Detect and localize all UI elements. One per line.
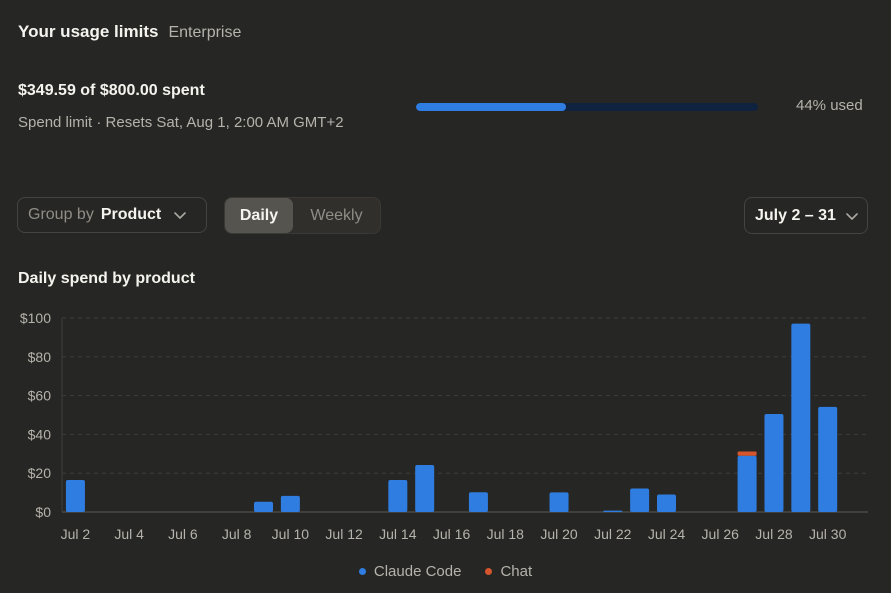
y-tick-label: $20 xyxy=(28,465,52,481)
chart-title: Daily spend by product xyxy=(18,270,195,287)
y-tick-label: $0 xyxy=(35,504,51,520)
bar-claude-code xyxy=(603,510,623,512)
bar-claude-code xyxy=(280,495,300,512)
y-tick-label: $100 xyxy=(20,310,51,326)
x-tick-label: Jul 4 xyxy=(114,526,144,542)
x-tick-label: Jul 24 xyxy=(648,526,686,542)
bar-claude-code xyxy=(791,323,811,512)
spent-summary: $349.59 of $800.00 spent xyxy=(18,82,205,99)
y-tick-label: $80 xyxy=(28,349,52,365)
x-tick-label: Jul 10 xyxy=(272,526,310,542)
legend-item-chat: Chat xyxy=(485,563,532,580)
x-tick-label: Jul 30 xyxy=(809,526,847,542)
x-tick-label: Jul 14 xyxy=(379,526,417,542)
x-tick-label: Jul 6 xyxy=(168,526,198,542)
x-tick-label: Jul 26 xyxy=(702,526,740,542)
chevron-down-icon xyxy=(846,212,858,220)
usage-percent-label: 44% used xyxy=(796,97,863,114)
toggle-weekly[interactable]: Weekly xyxy=(293,198,380,233)
chevron-down-icon xyxy=(174,212,187,219)
legend-item-claude-code: Claude Code xyxy=(358,563,462,580)
bar-claude-code xyxy=(764,414,784,512)
legend-label-chat: Chat xyxy=(500,563,533,580)
date-range-dropdown[interactable]: July 2 – 31 xyxy=(744,197,868,234)
y-tick-label: $40 xyxy=(28,426,52,442)
toggle-daily[interactable]: Daily xyxy=(225,198,293,233)
date-range-value: July 2 – 31 xyxy=(755,206,836,224)
group-by-dropdown[interactable]: Group by Product xyxy=(17,197,207,233)
x-tick-label: Jul 20 xyxy=(540,526,578,542)
header: Your usage limits Enterprise xyxy=(18,22,241,42)
usage-progress-fill xyxy=(416,103,567,111)
legend-dot-claude-code xyxy=(358,568,366,575)
legend-label-claude-code: Claude Code xyxy=(373,563,462,580)
bar-claude-code xyxy=(415,465,435,512)
bar-claude-code xyxy=(657,494,676,512)
bar-claude-code xyxy=(630,488,650,512)
bar-claude-code xyxy=(254,501,273,512)
bar-chat xyxy=(737,451,757,456)
bar-claude-code xyxy=(549,492,569,512)
y-tick-label: $60 xyxy=(28,388,52,404)
period-toggle: Daily Weekly xyxy=(224,197,381,234)
spend-limit-info: Spend limit · Resets Sat, Aug 1, 2:00 AM… xyxy=(18,114,344,131)
x-tick-label: Jul 28 xyxy=(755,526,793,542)
bar-claude-code xyxy=(737,455,757,512)
bar-claude-code xyxy=(468,492,488,512)
group-by-label: Group by xyxy=(28,206,94,223)
x-tick-label: Jul 22 xyxy=(594,526,632,542)
legend-dot-chat xyxy=(485,568,493,575)
x-tick-label: Jul 12 xyxy=(325,526,363,542)
x-tick-label: Jul 8 xyxy=(222,526,252,542)
usage-progress-bar xyxy=(416,103,758,111)
page-title: Your usage limits xyxy=(18,22,159,41)
x-tick-label: Jul 2 xyxy=(61,526,91,542)
bar-claude-code xyxy=(818,406,838,512)
usage-limits-page: Your usage limits Enterprise $349.59 of … xyxy=(0,0,891,593)
bar-claude-code xyxy=(388,479,408,512)
x-tick-label: Jul 18 xyxy=(487,526,525,542)
chart-legend: Claude Code Chat xyxy=(0,563,891,580)
daily-spend-chart: $0 $20 $40 $60 $80 $100 Jul 2 Jul 4 Jul 6 Jul 8 Ju… xyxy=(20,310,868,542)
group-by-value: Product xyxy=(100,206,162,223)
x-tick-label: Jul 16 xyxy=(433,526,471,542)
bar-claude-code xyxy=(65,479,85,512)
plan-badge: Enterprise xyxy=(168,24,242,41)
